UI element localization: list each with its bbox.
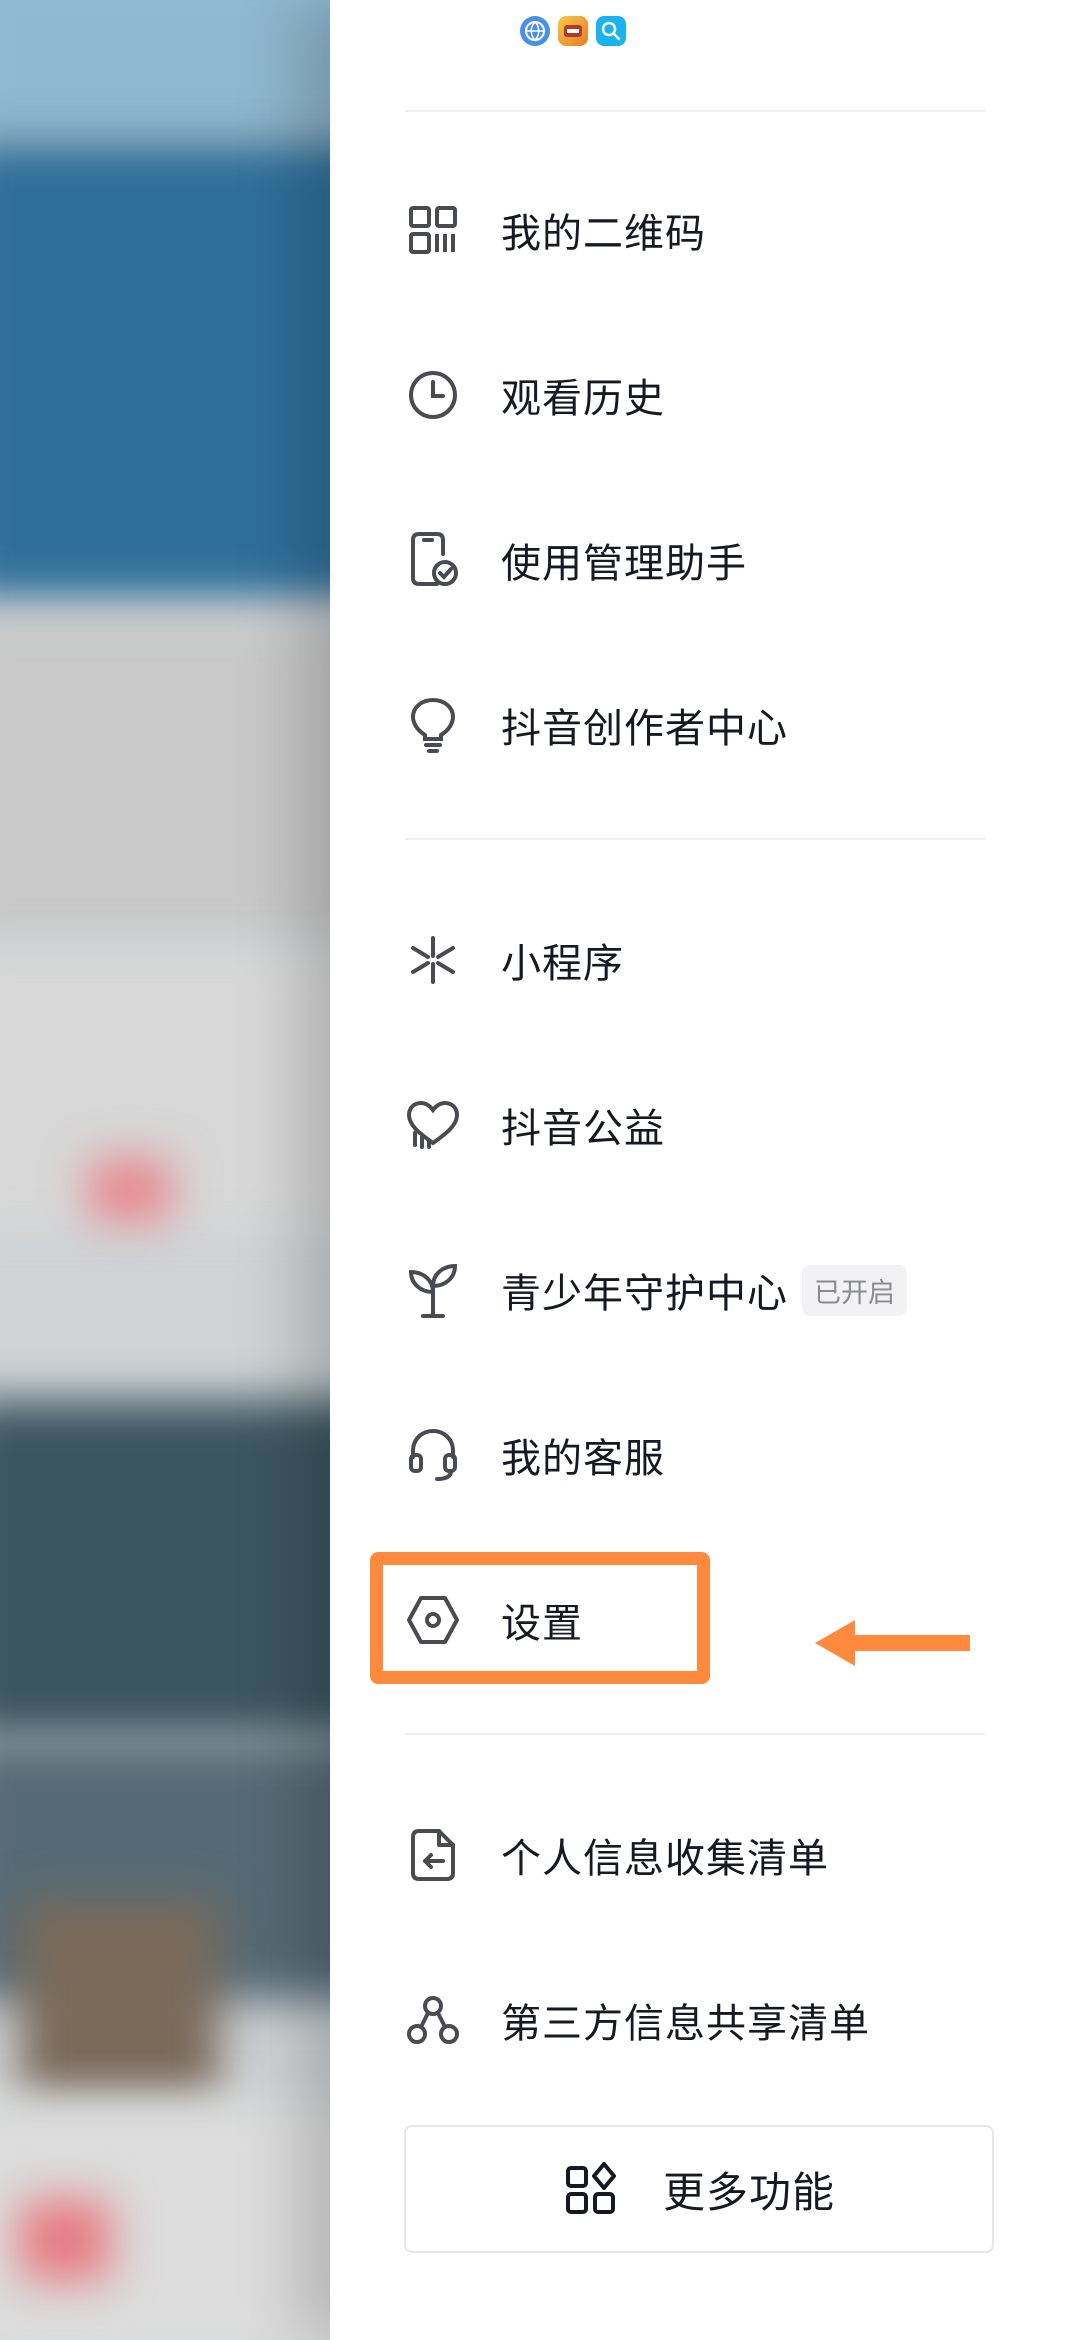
menu-item-qr-code[interactable]: 我的二维码: [405, 175, 985, 285]
more-features-button[interactable]: 更多功能: [404, 2125, 994, 2253]
arrow-left-icon: [815, 1620, 970, 1666]
menu-item-mini-programs[interactable]: 小程序: [405, 905, 985, 1015]
menu-item-watch-history[interactable]: 观看历史: [405, 340, 985, 450]
menu-item-label: 个人信息收集清单: [501, 1836, 829, 1882]
blurred-background-content: [0, 0, 360, 2340]
menu-item-label: 小程序: [501, 941, 624, 987]
menu-item-usage-manager[interactable]: 使用管理助手: [405, 505, 985, 615]
menu-item-third-party-sharing[interactable]: 第三方信息共享清单: [405, 1965, 985, 2075]
menu-item-customer-service[interactable]: 我的客服: [405, 1400, 985, 1510]
document-arrow-icon: [405, 1827, 461, 1883]
menu-item-label: 使用管理助手: [501, 541, 747, 587]
share-nodes-icon: [405, 1992, 461, 2048]
status-badge: 已开启: [802, 1264, 907, 1316]
clock-icon: [405, 367, 461, 423]
menu-item-personal-info-list[interactable]: 个人信息收集清单: [405, 1800, 985, 1910]
globe-app-icon[interactable]: [520, 16, 550, 46]
divider: [405, 110, 985, 112]
game-app-icon[interactable]: [558, 16, 588, 46]
top-app-shortcuts: [520, 16, 626, 46]
more-features-label: 更多功能: [662, 2167, 835, 2217]
highlight-box: [370, 1552, 710, 1684]
menu-item-youth-protection[interactable]: 青少年守护中心 已开启: [405, 1235, 985, 1345]
phone-check-icon: [405, 532, 461, 588]
divider: [405, 838, 985, 840]
headset-icon: [405, 1427, 461, 1483]
menu-item-label: 青少年守护中心: [501, 1271, 788, 1317]
menu-item-label: 抖音公益: [501, 1106, 665, 1152]
search-app-icon[interactable]: [596, 16, 626, 46]
menu-item-label: 抖音创作者中心: [501, 706, 788, 752]
lightbulb-icon: [405, 697, 461, 753]
qr-code-icon: [405, 202, 461, 258]
mini-program-icon: [405, 932, 461, 988]
sprout-icon: [405, 1262, 461, 1318]
grid-apps-icon: [563, 2161, 619, 2217]
menu-item-label: 我的客服: [501, 1436, 665, 1482]
heart-hand-icon: [405, 1097, 461, 1153]
menu-item-label: 观看历史: [501, 376, 665, 422]
menu-item-creator-center[interactable]: 抖音创作者中心: [405, 670, 985, 780]
divider: [405, 1733, 985, 1735]
menu-item-charity[interactable]: 抖音公益: [405, 1070, 985, 1180]
menu-item-label: 我的二维码: [501, 211, 706, 257]
menu-item-label: 第三方信息共享清单: [501, 2001, 870, 2047]
